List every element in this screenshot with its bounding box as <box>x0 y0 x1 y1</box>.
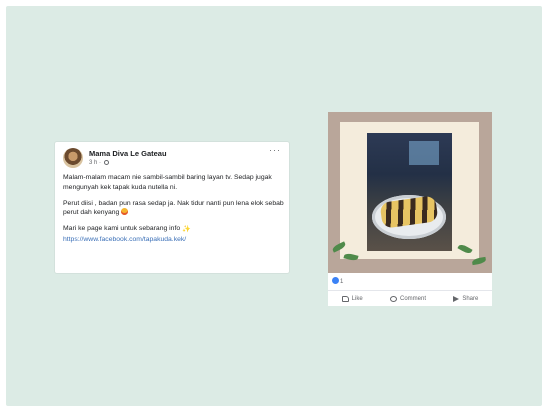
facebook-post: Mama Diva Le Gateau 3 h · ··· Malam-mala… <box>55 142 289 273</box>
page-avatar[interactable] <box>63 148 83 168</box>
post-meta: 3 h · <box>89 160 109 166</box>
like-reaction-icon <box>332 277 339 284</box>
cta-text: Mari ke page kami untuk sebarang info <box>63 225 181 232</box>
post-paragraph-3: Mari ke page kami untuk sebarang info ✨ … <box>63 224 285 244</box>
author-name[interactable]: Mama Diva Le Gateau <box>89 149 167 158</box>
post-paragraph-2-text: Perut diisi , badan pun rasa sedap ja. N… <box>63 199 284 217</box>
like-button[interactable]: Like <box>341 296 363 302</box>
reaction-summary[interactable]: 1 <box>332 277 343 285</box>
comment-label: Comment <box>399 296 426 302</box>
more-options-icon[interactable]: ··· <box>269 145 281 155</box>
post-paragraph-2: Perut diisi , badan pun rasa sedap ja. N… <box>63 199 285 218</box>
sparkles-emoji-icon: ✨ <box>182 226 191 233</box>
heart-eyes-emoji-icon <box>121 208 129 215</box>
share-label: Share <box>462 296 479 302</box>
image-post-card: 1 Like Comment Share <box>328 112 492 306</box>
globe-icon <box>103 160 109 165</box>
thumbs-up-icon <box>341 296 349 302</box>
action-bar: Like Comment Share <box>328 290 492 307</box>
like-label: Like <box>351 296 363 302</box>
tv-screen-glow <box>409 141 439 165</box>
post-image[interactable] <box>328 112 492 273</box>
page-link[interactable]: https://www.facebook.com/tapakuda.kek/ <box>63 235 285 245</box>
post-body: Malam-malam macam nie sambil-sambil bari… <box>63 173 285 251</box>
reaction-count: 1 <box>340 279 344 285</box>
comment-button[interactable]: Comment <box>389 296 426 302</box>
post-paragraph-1: Malam-malam macam nie sambil-sambil bari… <box>63 174 272 191</box>
cake-photo <box>367 133 452 251</box>
comment-icon <box>389 296 397 302</box>
share-button[interactable]: Share <box>453 296 478 302</box>
post-time[interactable]: 3 h · <box>89 160 101 166</box>
share-icon <box>453 296 460 302</box>
